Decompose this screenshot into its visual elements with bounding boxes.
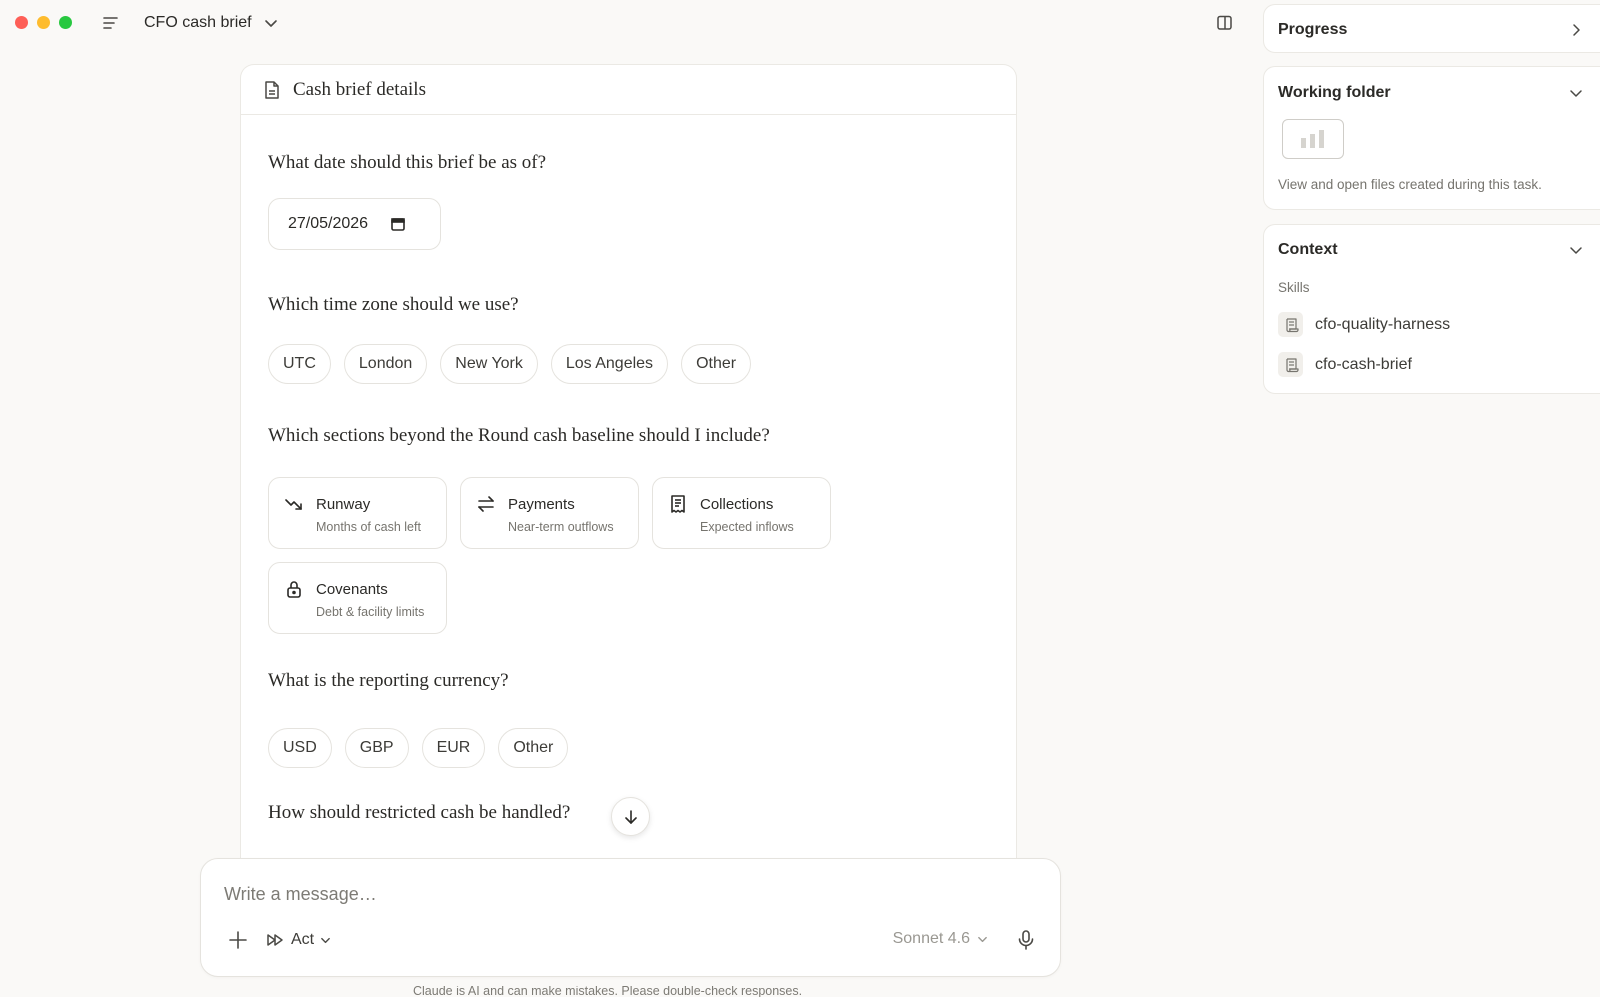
file-thumbnail[interactable]	[1282, 119, 1344, 159]
skill-name: cfo-cash-brief	[1315, 355, 1412, 373]
microphone-icon	[1018, 930, 1034, 950]
model-label: Sonnet 4.6	[892, 930, 970, 947]
timezone-option-utc[interactable]: UTC	[268, 344, 331, 384]
zoom-window-button[interactable]	[59, 16, 72, 29]
calendar-icon	[391, 218, 405, 231]
model-selector[interactable]: Sonnet 4.6	[893, 930, 988, 948]
add-attachment-button[interactable]	[226, 928, 250, 952]
skill-name: cfo-quality-harness	[1315, 315, 1451, 333]
message-composer: Act Sonnet 4.6	[200, 858, 1061, 977]
currency-option-usd[interactable]: USD	[268, 728, 332, 768]
chevron-down-icon	[321, 937, 330, 943]
card-header: Cash brief details	[241, 65, 1016, 115]
currency-option-gbp[interactable]: GBP	[344, 728, 409, 768]
section-sublabel: Months of cash left	[316, 520, 421, 534]
timezone-option-london[interactable]: London	[343, 344, 428, 384]
scroll-icon	[1278, 352, 1303, 377]
date-input[interactable]: 27/05/2026	[268, 198, 441, 250]
bar-chart-icon	[1301, 130, 1324, 148]
chevron-right-icon	[1573, 24, 1580, 36]
skills-label: Skills	[1278, 280, 1310, 295]
section-option-payments[interactable]: Payments Near-term outflows	[460, 477, 639, 549]
minimize-window-button[interactable]	[37, 16, 50, 29]
task-title: CFO cash brief	[144, 14, 252, 31]
currency-option-other[interactable]: Other	[498, 728, 569, 768]
trend-down-icon	[285, 499, 302, 510]
skill-item[interactable]: cfo-cash-brief	[1278, 352, 1412, 377]
section-label: Payments	[508, 496, 575, 513]
section-label: Runway	[316, 496, 371, 513]
currency-option-eur[interactable]: EUR	[421, 728, 486, 768]
timezone-option-los-angeles[interactable]: Los Angeles	[550, 344, 669, 384]
chevron-down-icon	[978, 936, 987, 942]
timezone-option-other[interactable]: Other	[681, 344, 752, 384]
progress-title: Progress	[1278, 21, 1348, 38]
section-option-collections[interactable]: Collections Expected inflows	[652, 477, 831, 549]
menu-icon[interactable]	[101, 14, 121, 32]
section-option-runway[interactable]: Runway Months of cash left	[268, 477, 447, 549]
section-sublabel: Expected inflows	[700, 520, 794, 534]
card-title: Cash brief details	[293, 78, 426, 100]
document-icon	[265, 80, 279, 99]
section-sublabel: Near-term outflows	[508, 520, 614, 534]
chevron-down-icon[interactable]	[1568, 242, 1584, 258]
progress-panel[interactable]: Progress	[1263, 4, 1600, 53]
section-label: Collections	[700, 496, 774, 513]
chevron-down-icon[interactable]	[1568, 85, 1584, 101]
scroll-icon	[1278, 312, 1303, 337]
question-date: What date should this brief be as of?	[268, 152, 547, 173]
fast-forward-icon	[267, 934, 283, 946]
skill-item[interactable]: cfo-quality-harness	[1278, 312, 1450, 337]
working-folder-description: View and open files created during this …	[1278, 177, 1542, 192]
question-sections: Which sections beyond the Round cash bas…	[268, 425, 770, 446]
close-window-button[interactable]	[15, 16, 28, 29]
cash-brief-form: Cash brief details What date should this…	[240, 64, 1017, 864]
task-title-dropdown[interactable]: CFO cash brief	[144, 12, 278, 34]
receipt-icon	[671, 495, 685, 513]
question-restricted-cash: How should restricted cash be handled?	[268, 802, 571, 823]
working-folder-panel: Working folder View and open files creat…	[1263, 66, 1600, 210]
timezone-options: UTC London New York Los Angeles Other	[268, 344, 752, 384]
context-title: Context	[1278, 241, 1338, 258]
working-folder-title: Working folder	[1278, 84, 1391, 101]
disclaimer: Claude is AI and can make mistakes. Plea…	[413, 986, 803, 997]
scroll-down-button[interactable]	[611, 797, 650, 836]
chevron-down-icon	[264, 20, 277, 27]
arrow-down-icon	[624, 809, 637, 824]
message-input[interactable]	[224, 879, 1024, 909]
question-timezone: Which time zone should we use?	[268, 294, 519, 315]
section-sublabel: Debt & facility limits	[316, 605, 425, 619]
question-currency: What is the reporting currency?	[268, 670, 509, 691]
timezone-option-new-york[interactable]: New York	[440, 344, 538, 384]
mode-label: Act	[291, 931, 315, 948]
section-option-covenants[interactable]: Covenants Debt & facility limits	[268, 562, 447, 634]
panel-toggle-icon[interactable]	[1215, 13, 1235, 33]
currency-options: USD GBP EUR Other	[268, 728, 569, 768]
section-label: Covenants	[316, 581, 388, 598]
plus-icon	[229, 931, 247, 949]
swap-arrows-icon	[478, 496, 494, 512]
window-controls	[15, 16, 72, 29]
date-value: 27/05/2026	[288, 215, 369, 232]
mode-selector[interactable]: Act	[267, 929, 331, 951]
context-panel: Context Skills cfo-quality-harness cfo-c…	[1263, 224, 1600, 394]
microphone-button[interactable]	[1014, 928, 1038, 952]
lock-icon	[287, 581, 301, 598]
